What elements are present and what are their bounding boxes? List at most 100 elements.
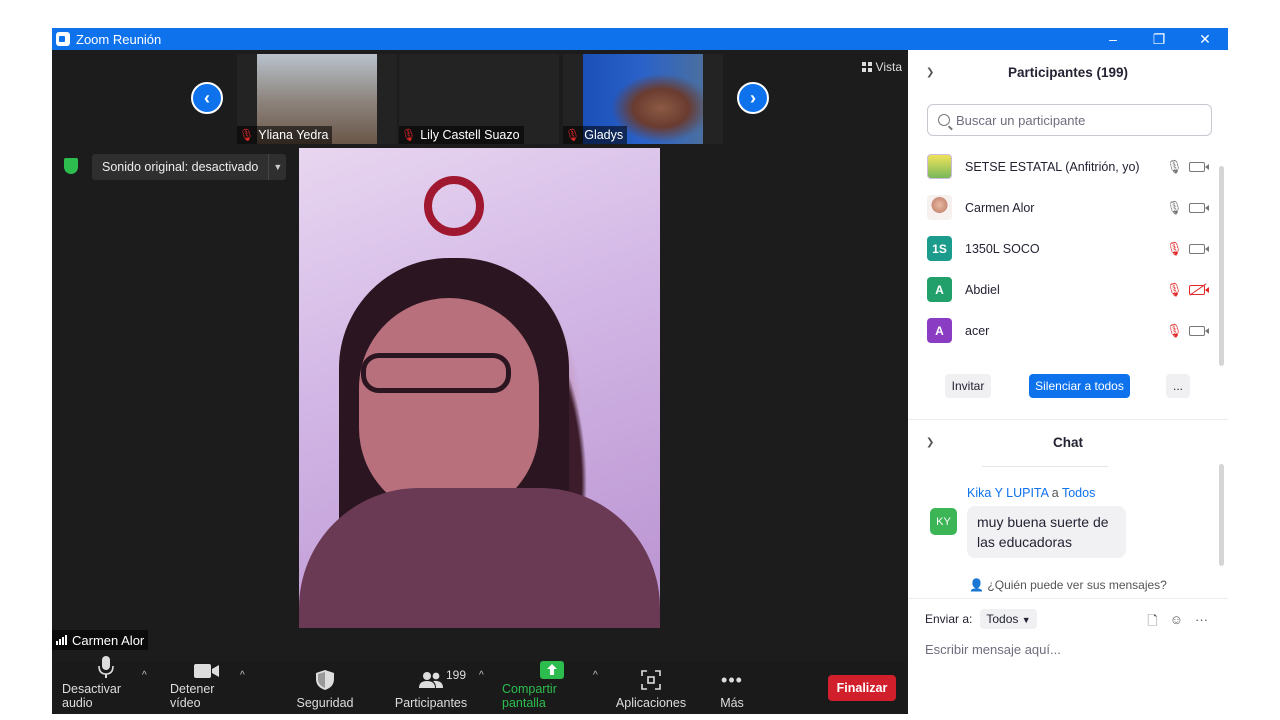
signal-strength-icon (56, 635, 67, 645)
avatar: A (927, 318, 952, 343)
emoji-icon[interactable]: ☺ (1170, 612, 1183, 634)
participant-name: Abdiel (965, 282, 1000, 297)
participant-name: 1350L SOCO (965, 241, 1040, 256)
avatar: 1S (927, 236, 952, 261)
participants-scrollbar[interactable] (1219, 166, 1224, 366)
participant-search-input[interactable]: Buscar un participante (927, 104, 1212, 136)
side-panel: ❯ Participantes (199) Buscar un particip… (908, 50, 1228, 692)
participant-row[interactable]: Carmen Alor 🎙 (908, 187, 1218, 228)
more-dots-icon: ••• (721, 669, 743, 690)
video-thumbnail[interactable]: 🎙 Gladys (563, 54, 723, 144)
minimize-button[interactable]: – (1090, 28, 1136, 50)
microphone-icon[interactable]: 🎙 (1166, 200, 1183, 216)
share-options-caret-icon[interactable]: ^ (593, 670, 598, 681)
chat-header: ❯ Chat (908, 420, 1228, 464)
active-speaker-video (299, 148, 660, 628)
invite-button[interactable]: Invitar (945, 374, 991, 398)
search-placeholder: Buscar un participante (956, 112, 1086, 128)
security-button[interactable]: Seguridad (296, 662, 354, 714)
end-meeting-button[interactable]: Finalizar (828, 675, 896, 701)
share-screen-icon (540, 661, 564, 679)
speaker-face (359, 298, 539, 518)
chevron-down-icon: ▼ (1021, 615, 1031, 625)
apps-icon (641, 667, 661, 693)
microphone-muted-icon[interactable]: 🎙 (1166, 282, 1183, 298)
active-speaker-badge: Carmen Alor (52, 630, 149, 650)
title-bar: Zoom Reunión – ❐ ✕ (52, 28, 1228, 50)
share-screen-label: Compartir pantalla (502, 682, 557, 710)
security-shield-icon (64, 158, 78, 174)
send-to-dropdown[interactable]: Todos ▼ (980, 609, 1037, 629)
chat-message-input[interactable]: Escribir mensaje aquí... (925, 642, 1061, 657)
video-camera-icon[interactable] (1189, 202, 1209, 213)
chat-scrollbar[interactable] (1219, 464, 1224, 566)
grid-view-icon (861, 62, 872, 72)
sender-avatar: KY (930, 508, 957, 535)
video-camera-icon[interactable] (1189, 243, 1209, 254)
chat-title: Chat (1053, 434, 1083, 450)
message-recipient: Todos (1061, 486, 1096, 500)
video-camera-icon (194, 662, 220, 679)
chevron-down-icon[interactable]: ▼ (268, 154, 286, 180)
participant-row[interactable]: A Abdiel 🎙 (908, 269, 1218, 310)
close-button[interactable]: ✕ (1182, 28, 1228, 50)
original-sound-button[interactable]: Sonido original: desactivado ▼ (92, 154, 287, 180)
participants-title: Participantes (199) (1007, 64, 1129, 80)
window-title: Zoom Reunión (76, 31, 162, 47)
avatar: A (927, 277, 952, 302)
more-options-button[interactable]: ... (1166, 374, 1190, 398)
mute-audio-label: Desactivar audio (62, 682, 122, 710)
participant-row[interactable]: A acer 🎙 (908, 310, 1218, 351)
more-button[interactable]: ••• Más (712, 662, 752, 714)
video-off-icon[interactable] (1189, 284, 1209, 295)
restore-button[interactable]: ❐ (1136, 28, 1182, 50)
share-screen-button[interactable]: Compartir pantalla (502, 661, 602, 714)
participant-row[interactable]: SETSE ESTATAL (Anfitrión, yo) 🎙 (908, 146, 1218, 187)
stop-video-button[interactable]: Detener vídeo (170, 662, 244, 714)
participant-row[interactable]: 1S 1350L SOCO 🎙 (908, 228, 1218, 269)
video-stage: ‹ › 🎙 Yliana Yedra 🎙 Lily Castell Suazo 🎙 G… (52, 50, 908, 714)
avatar (927, 195, 952, 220)
send-to-label: Enviar a: (925, 612, 973, 626)
original-sound-label: Sonido original: desactivado (102, 160, 259, 174)
participants-header: ❯ Participantes (199) (908, 50, 1228, 94)
apps-button[interactable]: Aplicaciones (616, 662, 686, 714)
video-thumbnail[interactable]: 🎙 Yliana Yedra (237, 54, 397, 144)
message-sender[interactable]: Kika Y LUPITA (967, 486, 1048, 500)
microphone-muted-icon[interactable]: 🎙 (1166, 241, 1183, 257)
participants-count: 199 (446, 668, 467, 682)
mute-audio-button[interactable]: Desactivar audio (62, 656, 150, 714)
message-header: Kika Y LUPITA a Todos (967, 486, 1095, 500)
active-speaker-name: Carmen Alor (72, 632, 145, 648)
send-to-value: Todos (986, 612, 1019, 626)
next-page-arrow-icon[interactable]: › (737, 82, 769, 114)
audio-options-caret-icon[interactable]: ^ (142, 670, 147, 681)
collapse-chevron-icon[interactable]: ❯ (926, 67, 934, 78)
avatar (927, 154, 952, 179)
file-icon[interactable]: 🗋 (1147, 612, 1157, 634)
video-camera-icon[interactable] (1189, 325, 1209, 336)
compose-divider (908, 598, 1228, 599)
previous-page-arrow-icon[interactable]: ‹ (191, 82, 223, 114)
microphone-icon[interactable]: 🎙 (1166, 159, 1183, 175)
video-camera-icon[interactable] (1189, 161, 1209, 172)
search-icon (938, 114, 950, 126)
microphone-muted-icon[interactable]: 🎙 (1166, 323, 1183, 339)
video-thumbnail[interactable]: 🎙 Lily Castell Suazo (399, 54, 559, 144)
speaker-glasses (361, 353, 511, 393)
participant-list: SETSE ESTATAL (Anfitrión, yo) 🎙 Carmen A… (908, 146, 1218, 351)
thumbnail-name: Lily Castell Suazo (420, 128, 520, 142)
who-can-see-link[interactable]: 👤 ¿Quién puede ver sus mensajes? (908, 578, 1228, 592)
video-options-caret-icon[interactable]: ^ (240, 670, 245, 681)
view-button[interactable]: Vista (861, 60, 902, 74)
collapse-chevron-icon[interactable]: ❯ (926, 437, 934, 448)
view-label: Vista (875, 60, 902, 74)
meeting-toolbar: Desactivar audio ^ Detener vídeo ^ Segur… (52, 656, 908, 714)
participants-options-caret-icon[interactable]: ^ (479, 670, 484, 681)
mute-all-button[interactable]: Silenciar a todos (1029, 374, 1130, 398)
apps-label: Aplicaciones (615, 696, 687, 710)
more-dots-icon[interactable]: ··· (1195, 612, 1208, 634)
security-icon (315, 667, 335, 693)
participant-name: acer (965, 323, 990, 338)
more-label: Más (720, 696, 744, 710)
